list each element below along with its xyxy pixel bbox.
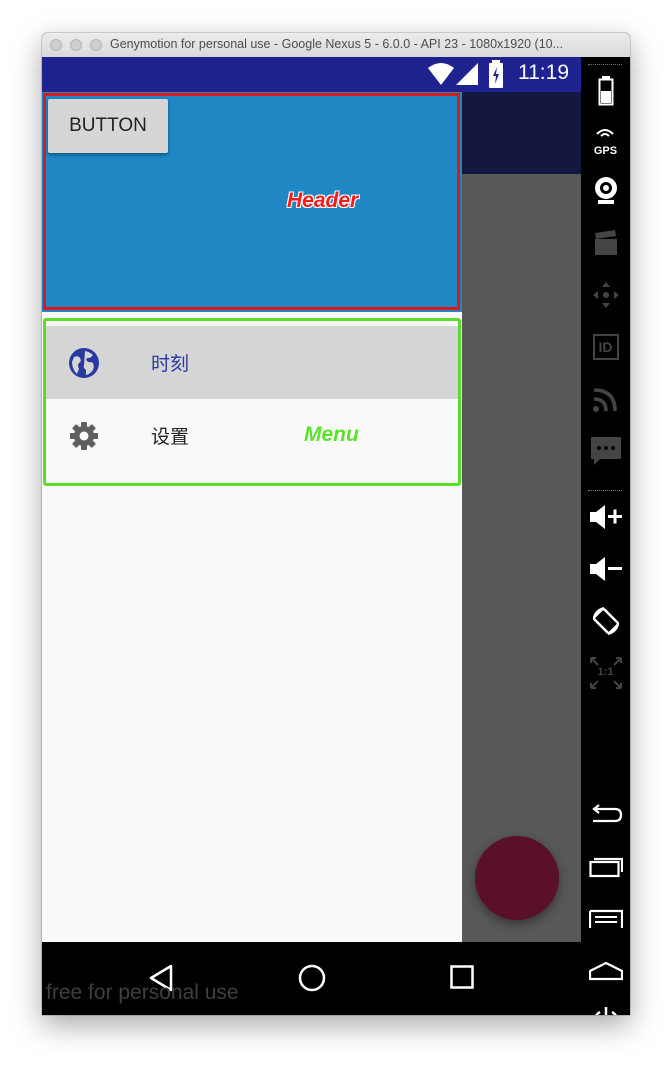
menu-icon[interactable]: [581, 899, 630, 939]
drawer-header: BUTTON Header: [42, 92, 462, 312]
rotate-icon[interactable]: [581, 601, 630, 641]
menu-item-settings[interactable]: 设置: [46, 399, 458, 472]
gps-label: GPS: [593, 145, 618, 157]
menu-item-label: 设置: [151, 426, 190, 448]
id-label: ID: [592, 334, 619, 360]
close-window-button[interactable]: [50, 39, 62, 51]
header-button[interactable]: BUTTON: [48, 99, 168, 153]
power-icon[interactable]: [581, 1001, 630, 1015]
window-titlebar: Genymotion for personal use - Google Nex…: [42, 33, 630, 58]
gps-icon[interactable]: GPS: [581, 121, 630, 161]
zoom-window-button[interactable]: [90, 39, 102, 51]
drawer-menu: 时刻 设置 Menu: [42, 318, 462, 488]
media-icon[interactable]: [581, 223, 630, 263]
nav-home-icon[interactable]: [298, 964, 326, 992]
sms-icon[interactable]: [581, 431, 630, 471]
floating-action-button[interactable]: [475, 836, 559, 920]
watermark-text: free for personal use: [46, 981, 239, 1004]
back-icon[interactable]: [581, 795, 630, 835]
network-icon[interactable]: [581, 379, 630, 419]
nav-recents-icon[interactable]: [450, 965, 474, 989]
minimize-window-button[interactable]: [70, 39, 82, 51]
header-annotation-label: Header: [287, 189, 359, 212]
dpad-icon[interactable]: [581, 275, 630, 315]
battery-icon[interactable]: [581, 71, 630, 111]
webcam-icon[interactable]: [581, 172, 630, 212]
navigation-drawer: BUTTON Header 时刻 设置 Menu: [42, 92, 462, 942]
emulator-window: Genymotion for personal use - Google Nex…: [42, 33, 630, 1015]
device-screen: 11:19 BUTTON Header 时刻 设置 Menu free for …: [42, 57, 581, 1015]
menu-item-label: 时刻: [151, 353, 190, 375]
menu-item-moments[interactable]: 时刻: [46, 326, 458, 399]
wifi-icon: [428, 63, 454, 85]
window-title: Genymotion for personal use - Google Nex…: [110, 37, 564, 51]
pixel-perfect-icon[interactable]: 1:1: [581, 653, 630, 693]
recents-icon[interactable]: [581, 847, 630, 887]
battery-status-icon: [489, 60, 503, 88]
volume-up-icon[interactable]: [581, 497, 630, 537]
genymotion-toolbar: GPS ID 1:1: [581, 57, 630, 1015]
home-icon[interactable]: [581, 951, 630, 991]
pixel-ratio-label: 1:1: [597, 666, 614, 678]
volume-down-icon[interactable]: [581, 549, 630, 589]
menu-annotation-label: Menu: [304, 423, 359, 446]
id-icon[interactable]: ID: [581, 327, 630, 367]
gear-icon: [70, 422, 98, 450]
cell-signal-icon: [456, 63, 478, 85]
globe-icon: [69, 348, 99, 378]
status-bar: 11:19: [42, 57, 581, 92]
status-time: 11:19: [518, 61, 569, 84]
